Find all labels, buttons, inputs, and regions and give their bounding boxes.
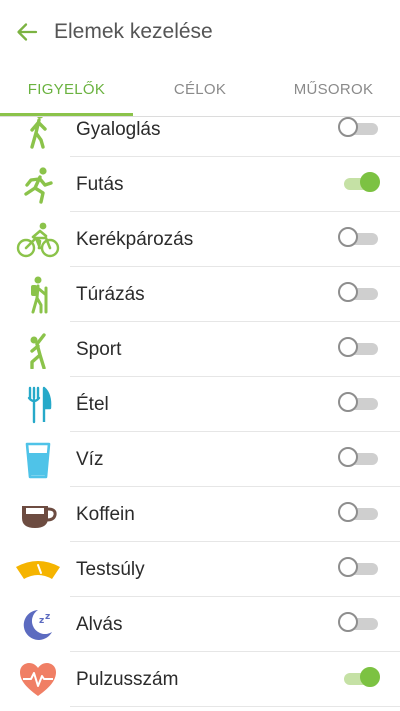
list-item-turazas[interactable]: Túrázás — [0, 267, 400, 322]
water-glass-icon — [14, 441, 62, 479]
svg-text:z: z — [39, 616, 44, 626]
koffein-toggle[interactable] — [338, 502, 380, 524]
alvas-toggle[interactable] — [338, 612, 380, 634]
running-icon — [14, 166, 62, 204]
list-item-label: Koffein — [76, 504, 135, 525]
sport-toggle[interactable] — [338, 337, 380, 359]
list-item-label: Víz — [76, 449, 104, 470]
list-item-testsuly[interactable]: Testsúly — [0, 542, 400, 597]
gyaloglas-toggle[interactable] — [338, 117, 380, 139]
list-item-label: Étel — [76, 394, 109, 415]
scale-icon — [14, 551, 62, 589]
moon-icon: z z — [14, 606, 62, 644]
sport-icon — [14, 331, 62, 369]
list-item-alvas[interactable]: z z Alvás — [0, 597, 400, 652]
list-item-gyaloglas[interactable]: Gyaloglás — [0, 117, 400, 157]
list-item-label: Kerékpározás — [76, 229, 194, 250]
heart-rate-icon — [14, 661, 62, 699]
list-item-label: Pulzusszám — [76, 669, 179, 690]
walking-icon — [14, 117, 62, 149]
list-item-pulzusszam[interactable]: Pulzusszám — [0, 652, 400, 707]
viz-toggle[interactable] — [338, 447, 380, 469]
hiking-icon — [14, 276, 62, 314]
app-bar: Elemek kezelése — [0, 0, 400, 64]
list-item-label: Gyaloglás — [76, 119, 161, 140]
fork-knife-icon — [14, 386, 62, 424]
list-item-label: Túrázás — [76, 284, 145, 305]
kerekparozas-toggle[interactable] — [338, 227, 380, 249]
active-tab-indicator — [0, 113, 133, 116]
arrow-left-icon[interactable] — [14, 19, 40, 45]
list-item-etel[interactable]: Étel — [0, 377, 400, 432]
turazas-toggle[interactable] — [338, 282, 380, 304]
tracker-list: Gyaloglás Futás Kerékpározás Túrázás Spo… — [0, 117, 400, 711]
list-item-futas[interactable]: Futás — [0, 157, 400, 212]
list-item-label: Futás — [76, 174, 124, 195]
tab-musorok[interactable]: MŰSOROK — [267, 64, 400, 116]
testsuly-toggle[interactable] — [338, 557, 380, 579]
svg-text:z: z — [45, 612, 50, 622]
cycling-icon — [14, 221, 62, 259]
list-item-sport[interactable]: Sport — [0, 322, 400, 377]
list-item-label: Testsúly — [76, 559, 145, 580]
tab-bar: FIGYELŐK CÉLOK MŰSOROK — [0, 64, 400, 117]
list-item-label: Alvás — [76, 614, 123, 635]
coffee-cup-icon — [14, 496, 62, 534]
futas-toggle[interactable] — [338, 172, 380, 194]
tab-celok[interactable]: CÉLOK — [133, 64, 267, 116]
etel-toggle[interactable] — [338, 392, 380, 414]
tab-figyelok[interactable]: FIGYELŐK — [0, 64, 133, 116]
list-item-koffein[interactable]: Koffein — [0, 487, 400, 542]
divider — [70, 706, 400, 707]
list-item-kerekparozas[interactable]: Kerékpározás — [0, 212, 400, 267]
list-item-label: Sport — [76, 339, 122, 360]
page-title: Elemek kezelése — [54, 20, 213, 43]
list-item-viz[interactable]: Víz — [0, 432, 400, 487]
pulzusszam-toggle[interactable] — [338, 667, 380, 689]
